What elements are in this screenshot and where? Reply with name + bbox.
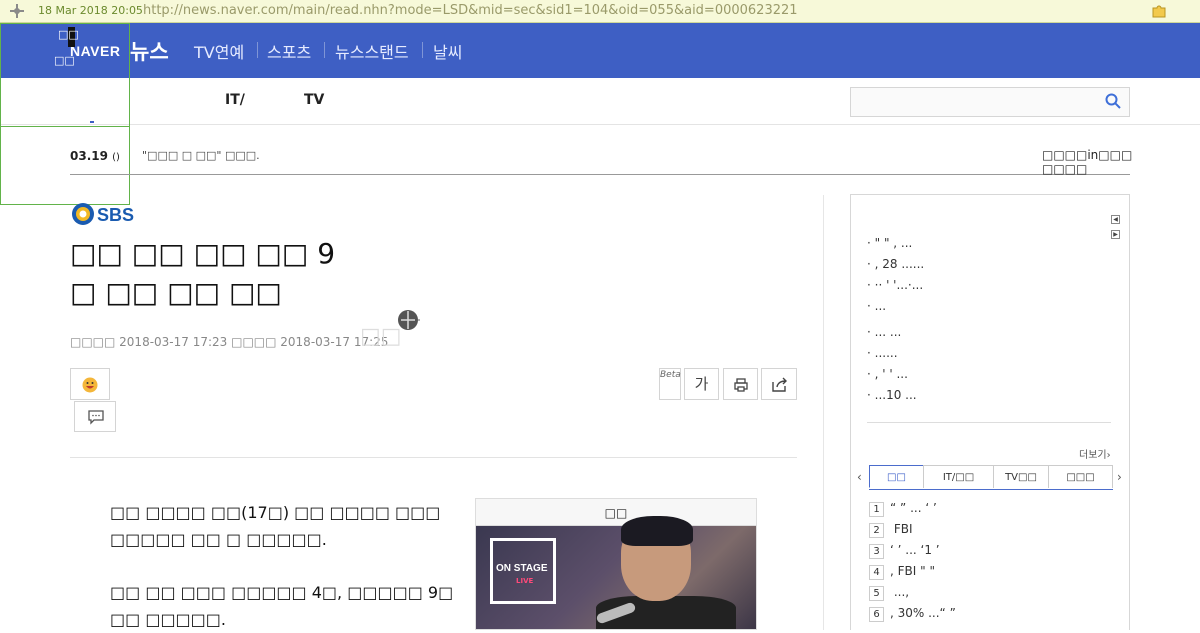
sidebar-item[interactable]: · ... ... — [867, 325, 901, 339]
print-button[interactable] — [723, 368, 758, 400]
overlay-text: □□ — [58, 28, 79, 41]
ticker-right-text[interactable]: □□□□in□□□ □□□□ — [1042, 148, 1132, 176]
sidebar-item[interactable]: · ... — [867, 299, 886, 313]
sidebar-divider — [867, 422, 1111, 423]
article-paragraph: □□ □□□□ □□(17□) □□ □□□□ □□□ □□□□□ □□ □ □… — [110, 503, 441, 549]
globe-icon[interactable] — [397, 308, 421, 332]
archive-date: 18 Mar 2018 20:05 — [38, 4, 143, 17]
font-size-button[interactable]: 가 — [684, 368, 719, 400]
ranking-row[interactable]: 4 , FBI " " — [869, 564, 935, 580]
nav-weather[interactable]: 날씨 — [433, 39, 462, 63]
site-header: NAVER 뉴스 TV연예 스포츠 뉴스스탠드 날씨 — [0, 23, 1200, 78]
nav-sports[interactable]: 스포츠 — [267, 39, 311, 63]
article-title: □□ □□ □□ □□ 9 □ □□ □□ □□ — [70, 234, 790, 312]
sidebar-item[interactable]: · , ' ' ... — [867, 367, 908, 381]
ranking-tabs: □□ IT/□□ TV□□ □□□ — [869, 465, 1113, 490]
rank-title: FBI — [890, 522, 913, 536]
nav-newsstand[interactable]: 뉴스스탠드 — [335, 39, 409, 63]
ranking-row[interactable]: 2 FBI — [869, 522, 913, 538]
comment-button[interactable] — [74, 401, 116, 432]
press-name: SBS — [97, 205, 134, 225]
thumbnail-figure — [621, 516, 693, 546]
ranking-row[interactable]: 6 , 30% ...“ ” — [869, 606, 956, 622]
title-line: □ □□ □□ □□ — [70, 276, 282, 309]
sidebar-item[interactable]: · ...10 ... — [867, 388, 917, 402]
video-title: □□ — [476, 499, 756, 526]
section-tv[interactable]: TV — [304, 92, 324, 108]
title-line: □□ □□ □□ □□ 9 — [70, 237, 336, 270]
ticker-headline[interactable]: "□□□ □ □□" □□□. — [142, 149, 260, 162]
ranking-row[interactable]: 5 ..., — [869, 585, 909, 601]
rank-number: 1 — [869, 502, 884, 517]
next-arrow-icon[interactable]: ▶ — [1111, 230, 1120, 239]
overlay-dash — [90, 121, 94, 123]
search-input[interactable] — [850, 87, 1130, 117]
beta-button[interactable]: Beta — [659, 368, 681, 400]
tab-it-science[interactable]: IT/□□ — [923, 465, 994, 488]
ranking-row[interactable]: 3 ‘ ’ ... ‘1 ’ — [869, 543, 940, 559]
sidebar-item[interactable]: · ·· ' '...·... — [867, 278, 923, 292]
ticker-date: 03.19 () — [70, 149, 120, 163]
rank-number: 6 — [869, 607, 884, 622]
tab-tv[interactable]: TV□□ — [993, 465, 1049, 488]
sbs-logo[interactable]: SBS — [70, 200, 140, 228]
ranking-row[interactable]: 1 “ ” ... ‘ ’ — [869, 501, 937, 517]
video-thumbnail[interactable]: ON STAGE LIVE — [476, 516, 756, 629]
nav-separator — [257, 42, 258, 58]
nav-separator — [324, 42, 325, 58]
divider — [70, 457, 797, 458]
print-icon — [734, 378, 748, 392]
archive-url[interactable]: http://news.naver.com/main/read.nhn?mode… — [143, 3, 798, 18]
rank-number: 4 — [869, 565, 884, 580]
tab-politics[interactable]: □□ — [869, 465, 924, 488]
meta-extra: □□ — [360, 324, 402, 349]
reaction-button[interactable] — [70, 368, 110, 400]
puzzle-icon[interactable] — [1150, 2, 1168, 20]
article-timestamps: □□□□ 2018-03-17 17:23 □□□□ 2018-03-17 17… — [70, 335, 389, 349]
comment-icon — [88, 410, 104, 425]
onstage-live-label: LIVE — [516, 577, 534, 585]
rank-number: 3 — [869, 544, 884, 559]
chevron-left-icon[interactable]: ‹ — [857, 470, 862, 484]
sidebar-item[interactable]: · " " , ... — [867, 236, 912, 250]
more-link[interactable]: 더보기› — [1079, 446, 1111, 461]
smile-icon — [82, 377, 98, 393]
search-icon[interactable] — [1104, 92, 1122, 110]
beta-label: Beta — [660, 370, 681, 380]
rank-title: , 30% ...“ ” — [890, 606, 956, 620]
rank-number: 2 — [869, 523, 884, 538]
nav-separator — [422, 42, 423, 58]
right-sidebar: ◀ ▶ · " " , ... · , 28 ...... · ·· ' '..… — [850, 194, 1130, 630]
news-ticker: 03.19 () "□□□ □ □□" □□□. □□□□in□□□ □□□□ — [70, 140, 1132, 176]
rank-title: “ ” ... ‘ ’ — [890, 501, 937, 515]
column-divider — [823, 195, 824, 630]
share-icon — [772, 377, 787, 392]
nav-tv-entertainment[interactable]: TV연예 — [194, 39, 244, 63]
chevron-right-icon[interactable]: › — [1117, 470, 1122, 484]
prev-arrow-icon[interactable]: ◀ — [1111, 215, 1120, 224]
section-it[interactable]: IT/ — [225, 92, 245, 108]
rank-title: , FBI " " — [890, 564, 935, 578]
news-logo[interactable]: 뉴스 — [130, 36, 169, 66]
tab-other[interactable]: □□□ — [1048, 465, 1113, 488]
share-button[interactable] — [761, 368, 797, 400]
archive-toolbar: 18 Mar 2018 20:05 http://news.naver.com/… — [0, 0, 1200, 23]
sidebar-item[interactable]: · ...... — [867, 346, 898, 360]
rank-title: ..., — [890, 585, 910, 599]
section-nav: IT/ TV — [0, 78, 1200, 125]
wayback-icon[interactable] — [8, 2, 26, 20]
sidebar-item[interactable]: · , 28 ...... — [867, 257, 924, 271]
rank-number: 5 — [869, 586, 884, 601]
video-player[interactable]: □□ ON STAGE LIVE — [475, 498, 757, 630]
rank-title: ‘ ’ ... ‘1 ’ — [890, 543, 940, 557]
overlay-text: □□ — [54, 54, 75, 67]
article-paragraph: □□ □□ □□□ □□□□□ 4□, □□□□□ 9□ □□ □□□□□. — [110, 583, 454, 629]
onstage-logo: ON STAGE — [496, 563, 548, 574]
